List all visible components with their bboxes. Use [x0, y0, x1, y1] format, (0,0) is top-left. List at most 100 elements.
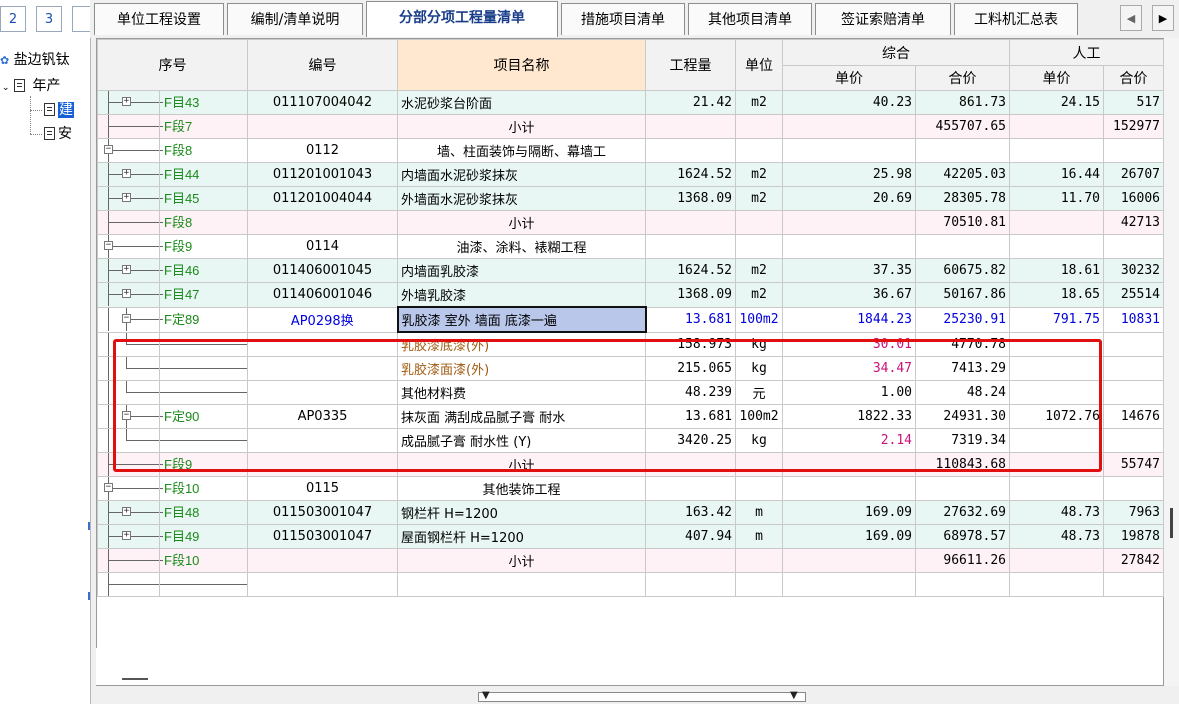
composite-unit-price-cell[interactable] [782, 210, 916, 235]
seq-cell[interactable]: F目47 [159, 282, 248, 308]
composite-unit-price-cell[interactable]: 36.67 [782, 282, 916, 308]
composite-unit-price-cell[interactable]: 30.01 [782, 331, 916, 357]
page-tab-3[interactable]: 3 [36, 6, 62, 32]
seq-cell[interactable]: F定90 [159, 404, 248, 429]
labor-total-cell[interactable] [1103, 331, 1164, 357]
table-row[interactable]: − F定90 AP0335 抹灰面 满刮成品腻子膏 耐水 13.681 100m2 1822… [97, 404, 1164, 429]
table-row[interactable]: − F段8 0112 墙、柱面装饰与隔断、幕墙工 [97, 138, 1164, 163]
name-cell[interactable] [397, 572, 646, 597]
seq-cell[interactable]: F段9 [159, 452, 248, 477]
code-cell[interactable]: 011107004042 [247, 90, 398, 115]
qty-cell[interactable]: 1624.52 [645, 258, 736, 283]
header-seq[interactable]: 序号 [97, 39, 248, 91]
name-cell[interactable]: 墙、柱面装饰与隔断、幕墙工 [397, 138, 646, 163]
code-cell[interactable]: 011201001043 [247, 162, 398, 187]
horizontal-scroll-thumb[interactable] [478, 692, 806, 702]
labor-unit-price-cell[interactable]: 48.73 [1009, 500, 1104, 525]
composite-unit-price-cell[interactable]: 40.23 [782, 90, 916, 115]
table-row[interactable]: + F目48 011503001047 钢栏杆 H=1200 163.42 m 169.09… [97, 500, 1164, 525]
table-row[interactable]: 乳胶漆底漆(外) 158.973 kg 30.01 4770.78 [97, 331, 1164, 357]
header-qty[interactable]: 工程量 [645, 39, 736, 91]
code-cell[interactable]: 011406001046 [247, 282, 398, 308]
labor-total-cell[interactable] [1103, 356, 1164, 381]
page-tab-2[interactable]: 2 [0, 6, 26, 32]
unit-cell[interactable]: kg [735, 356, 783, 381]
code-cell[interactable]: 0115 [247, 476, 398, 501]
code-cell[interactable] [247, 548, 398, 573]
table-row[interactable]: 成品腻子膏 耐水性 (Y) 3420.25 kg 2.14 7319.34 [97, 428, 1164, 453]
composite-unit-price-cell[interactable]: 37.35 [782, 258, 916, 283]
name-cell[interactable]: 外墙面水泥砂浆抹灰 [397, 186, 646, 211]
code-cell[interactable]: 0112 [247, 138, 398, 163]
scroll-down-icon[interactable]: ▼ [482, 690, 490, 701]
vertical-scrollbar[interactable] [1164, 38, 1179, 686]
tree-gutter-cell[interactable]: − [97, 404, 160, 429]
labor-unit-price-cell[interactable] [1009, 452, 1104, 477]
code-cell[interactable]: 011503001047 [247, 524, 398, 549]
name-cell[interactable]: 其他装饰工程 [397, 476, 646, 501]
unit-cell[interactable]: m2 [735, 258, 783, 283]
name-cell[interactable]: 小计 [397, 452, 646, 477]
tree-gutter-cell[interactable]: + [97, 162, 160, 187]
seq-cell[interactable] [159, 331, 248, 357]
composite-total-cell[interactable]: 60675.82 [915, 258, 1010, 283]
composite-total-cell[interactable] [915, 234, 1010, 259]
unit-cell[interactable]: 100m2 [735, 404, 783, 429]
labor-unit-price-cell[interactable]: 48.73 [1009, 524, 1104, 549]
qty-cell[interactable] [645, 548, 736, 573]
code-cell[interactable] [247, 452, 398, 477]
code-cell[interactable] [247, 428, 398, 453]
tab-bill-of-quantities[interactable]: 分部分项工程量清单 [366, 1, 558, 37]
tree-gutter-cell[interactable] [97, 548, 160, 573]
table-row[interactable]: + F目49 011503001047 屋面钢栏杆 H=1200 407.94 m 169.… [97, 524, 1164, 549]
expand-plus-icon[interactable]: + [122, 531, 131, 540]
table-row[interactable]: 其他材料费 48.239 元 1.00 48.24 [97, 380, 1164, 405]
composite-total-cell[interactable]: 455707.65 [915, 114, 1010, 139]
labor-unit-price-cell[interactable] [1009, 356, 1104, 381]
seq-cell[interactable]: F目44 [159, 162, 248, 187]
qty-cell[interactable] [645, 114, 736, 139]
composite-unit-price-cell[interactable]: 1844.23 [782, 306, 916, 333]
tab-measures[interactable]: 措施项目清单 [561, 3, 685, 35]
unit-cell[interactable] [735, 138, 783, 163]
unit-cell[interactable]: m2 [735, 90, 783, 115]
code-cell[interactable] [247, 114, 398, 139]
composite-unit-price-cell[interactable] [782, 548, 916, 573]
name-cell[interactable]: 乳胶漆底漆(外) [397, 331, 646, 357]
name-cell[interactable]: 水泥砂浆台阶面 [397, 90, 646, 115]
header-code[interactable]: 编号 [247, 39, 398, 91]
header-labor-unit-price[interactable]: 单价 [1009, 65, 1104, 91]
seq-cell[interactable] [159, 356, 248, 381]
labor-unit-price-cell[interactable]: 18.61 [1009, 258, 1104, 283]
composite-total-cell[interactable]: 96611.26 [915, 548, 1010, 573]
tree-gutter-cell[interactable] [97, 114, 160, 139]
collapse-all-icon[interactable] [122, 678, 148, 680]
labor-unit-price-cell[interactable]: 791.75 [1009, 306, 1104, 333]
seq-cell[interactable] [159, 428, 248, 453]
table-row[interactable]: F段10 小计 96611.26 27842 [97, 548, 1164, 573]
labor-total-cell[interactable] [1103, 234, 1164, 259]
labor-total-cell[interactable]: 30232 [1103, 258, 1164, 283]
tree-item-leaf[interactable]: 安 [44, 124, 72, 144]
unit-cell[interactable]: 元 [735, 380, 783, 405]
seq-cell[interactable]: F目49 [159, 524, 248, 549]
qty-cell[interactable]: 215.065 [645, 356, 736, 381]
header-composite-unit-price[interactable]: 单价 [782, 65, 916, 91]
name-cell[interactable]: 其他材料费 [397, 380, 646, 405]
tree-gutter-cell[interactable] [97, 452, 160, 477]
qty-cell[interactable] [645, 572, 736, 597]
qty-cell[interactable]: 407.94 [645, 524, 736, 549]
splitter-marker[interactable] [88, 522, 90, 530]
code-cell[interactable]: 011406001045 [247, 258, 398, 283]
labor-total-cell[interactable]: 55747 [1103, 452, 1164, 477]
code-cell[interactable]: 011201004044 [247, 186, 398, 211]
seq-cell[interactable]: F段9 [159, 234, 248, 259]
expand-plus-icon[interactable]: + [122, 97, 131, 106]
header-composite-total[interactable]: 合价 [915, 65, 1010, 91]
expand-plus-icon[interactable]: + [122, 265, 131, 274]
composite-unit-price-cell[interactable] [782, 138, 916, 163]
header-labor-total[interactable]: 合价 [1103, 65, 1164, 91]
composite-total-cell[interactable]: 24931.30 [915, 404, 1010, 429]
composite-total-cell[interactable]: 48.24 [915, 380, 1010, 405]
composite-total-cell[interactable] [915, 476, 1010, 501]
